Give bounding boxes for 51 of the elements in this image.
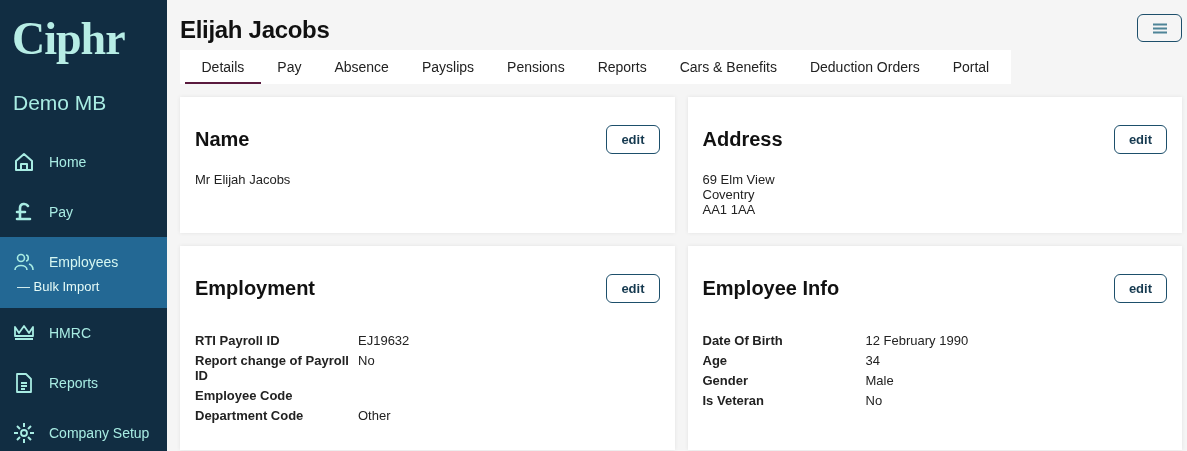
field-label: Employee Code <box>195 388 294 403</box>
tab[interactable]: Pay <box>260 50 318 84</box>
field-value: Other <box>358 408 392 423</box>
field-label: Age <box>702 353 729 368</box>
nav-item[interactable]: HMRC <box>0 308 167 358</box>
field-label: Gender <box>702 373 749 388</box>
card-text: AA1 1AA <box>702 202 757 217</box>
card-text: Coventry <box>702 187 756 202</box>
ciphr-logo: Ciphr <box>12 12 126 65</box>
field-value: No <box>358 353 376 370</box>
tab[interactable]: Reports <box>581 50 664 84</box>
nav-subitem[interactable]: — Bulk Import <box>13 279 100 304</box>
edit-button[interactable]: edit <box>606 274 660 303</box>
tab[interactable]: Payslips <box>405 50 491 84</box>
card-title: Name <box>195 128 250 151</box>
field-label: Report change of Payroll ID <box>195 353 350 383</box>
people-icon <box>13 251 35 273</box>
nav-item[interactable]: Pay <box>0 187 167 237</box>
nav-item[interactable]: Reports <box>0 358 167 408</box>
card-title: Address <box>702 128 783 151</box>
field-value: Male <box>865 373 895 388</box>
document-icon <box>13 372 35 394</box>
field-value: EJ19632 <box>358 333 411 348</box>
card-title: Employment <box>195 277 316 300</box>
card-text: 69 Elm View <box>702 172 776 187</box>
field-value: 12 February 1990 <box>865 333 970 348</box>
field-value: No <box>865 393 884 408</box>
tab[interactable]: Absence <box>317 50 406 84</box>
field-value: 34 <box>865 353 881 368</box>
tab[interactable]: Cars & Benefits <box>663 50 794 84</box>
home-icon <box>13 151 35 173</box>
card-text: Mr Elijah Jacobs <box>195 172 292 187</box>
edit-button[interactable]: edit <box>606 125 660 154</box>
nav-item[interactable]: Employees <box>13 251 154 273</box>
menu-button[interactable] <box>1137 14 1182 42</box>
edit-button[interactable]: edit <box>1113 274 1167 303</box>
nav-item[interactable]: Company Setup <box>0 408 167 451</box>
tab[interactable]: Deduction Orders <box>793 50 937 84</box>
employee-name: Elijah Jacobs <box>180 16 330 44</box>
field-label: RTI Payroll ID <box>195 333 281 348</box>
tab[interactable]: Details <box>185 50 261 84</box>
field-label: Department Code <box>195 408 305 423</box>
company-name: Demo MB <box>13 91 107 115</box>
tab[interactable]: Pensions <box>490 50 582 84</box>
tab[interactable]: Portal <box>936 50 1006 84</box>
edit-button[interactable]: edit <box>1113 125 1167 154</box>
field-label: Is Veteran <box>702 393 765 408</box>
menu-icon <box>1152 22 1167 34</box>
field-label: Date Of Birth <box>702 333 784 348</box>
card-title: Employee Info <box>702 277 840 300</box>
nav-item[interactable]: Home <box>0 137 167 187</box>
